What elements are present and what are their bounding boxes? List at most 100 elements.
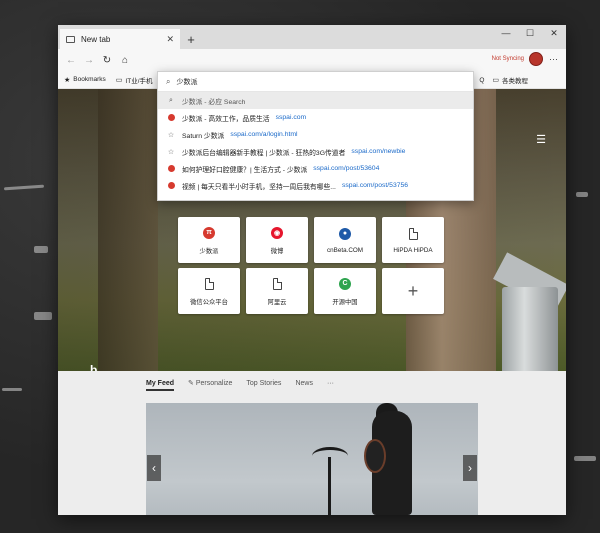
sync-label: Not Syncing bbox=[491, 56, 524, 62]
search-suggestion[interactable]: ⌕ 少数派 - 必应 Search bbox=[158, 92, 473, 109]
document-icon bbox=[272, 277, 282, 290]
chalk-mark bbox=[34, 312, 52, 320]
quick-link-label: 微信公众平台 bbox=[190, 298, 228, 306]
suggestion-item[interactable]: 少数派 - 高效工作，品质生活 sspai.com bbox=[158, 109, 473, 126]
maximize-button[interactable]: ☐ bbox=[518, 25, 542, 41]
star-icon: ☆ bbox=[167, 131, 175, 139]
more-menu-icon[interactable]: ··· bbox=[549, 54, 558, 64]
browser-window: New tab ✕ + — ☐ ✕ ← → ↻ ⌂ Not Syncing ··… bbox=[58, 25, 566, 515]
star-icon: ★ bbox=[64, 76, 71, 84]
bookmark-label: Bookmarks bbox=[73, 76, 106, 83]
suggestion-title: 视频 | 每天只看半小时手机，坚持一周后我有哪些... bbox=[182, 183, 336, 191]
palm-fronds bbox=[312, 447, 348, 465]
site-icon bbox=[167, 182, 175, 189]
quick-link-label: 阿里云 bbox=[267, 298, 287, 306]
tab-top-stories[interactable]: Top Stories bbox=[246, 380, 281, 387]
chalk-mark bbox=[34, 246, 48, 253]
tab-close-icon[interactable]: ✕ bbox=[166, 34, 174, 45]
tab-new-tab[interactable]: New tab ✕ bbox=[60, 29, 180, 49]
cnbeta-icon: ● bbox=[339, 227, 351, 240]
suggestion-url: sspai.com/post/53604 bbox=[313, 165, 380, 172]
bing-logo[interactable]: b bbox=[90, 363, 97, 371]
quick-link-label: cnBeta.COM bbox=[326, 246, 364, 254]
tab-bar: New tab ✕ + — ☐ ✕ bbox=[58, 25, 566, 49]
suggestion-item[interactable]: 视频 | 每天只看半小时手机，坚持一周后我有哪些... sspai.com/po… bbox=[158, 177, 473, 194]
address-value: 少数派 bbox=[176, 78, 198, 86]
weibo-icon: ◉ bbox=[271, 226, 283, 239]
carousel-prev-button[interactable]: ‹ bbox=[147, 455, 161, 481]
suggestion-title: 少数派 - 高效工作，品质生活 bbox=[182, 115, 270, 123]
carousel-next-button[interactable]: › bbox=[463, 455, 477, 481]
site-icon bbox=[167, 114, 175, 121]
feed-tabs: My Feed ✎ Personalize Top Stories News ·… bbox=[146, 379, 348, 391]
bookmark-label: 各类教程 bbox=[502, 78, 528, 85]
quick-link-oschina[interactable]: C 开源中国 bbox=[314, 268, 376, 314]
sync-status[interactable]: Not Syncing ··· bbox=[492, 52, 558, 66]
back-button[interactable]: ← bbox=[62, 51, 80, 69]
address-input[interactable]: ⌕ 少数派 bbox=[158, 72, 473, 92]
folder-icon: ▭ bbox=[492, 77, 499, 84]
bookmark-item[interactable]: ★ Bookmarks bbox=[64, 76, 106, 84]
quick-link-aliyun[interactable]: 阿里云 bbox=[246, 268, 308, 314]
quick-link-label: 开源中国 bbox=[332, 298, 358, 306]
feed-hero-image[interactable] bbox=[146, 403, 478, 515]
document-icon bbox=[408, 227, 418, 240]
bookmark-item[interactable]: ▭ 各类教程 bbox=[492, 75, 528, 85]
quick-link-label: 微博 bbox=[270, 247, 284, 255]
suggestion-url: sspai.com/a/login.html bbox=[230, 131, 298, 138]
quick-links-grid: π 少数派 ◉ 微博 ● cnBeta.COM HiPDA HiPDA 微信公众… bbox=[178, 217, 448, 314]
pencil-icon: ✎ bbox=[188, 380, 196, 387]
quick-link-label: HiPDA HiPDA bbox=[393, 246, 433, 254]
star-icon: ☆ bbox=[167, 148, 175, 156]
close-window-button[interactable]: ✕ bbox=[542, 25, 566, 41]
site-icon bbox=[167, 165, 175, 172]
feed-more-icon[interactable]: ··· bbox=[327, 380, 334, 387]
plus-icon: + bbox=[407, 280, 419, 301]
navigation-bar: ← → ↻ ⌂ Not Syncing ··· bbox=[58, 49, 566, 71]
quick-link-hipda[interactable]: HiPDA HiPDA bbox=[382, 217, 444, 263]
bookmark-item[interactable]: Q bbox=[479, 75, 484, 85]
search-icon: ⌕ bbox=[169, 96, 173, 104]
suggestion-item[interactable]: 如何护理好口腔健康？| 生活方式 - 少数派 sspai.com/post/53… bbox=[158, 160, 473, 177]
suggestion-title: 如何护理好口腔健康？| 生活方式 - 少数派 bbox=[182, 166, 308, 174]
quick-link-wechat-mp[interactable]: 微信公众平台 bbox=[178, 268, 240, 314]
quick-link-sspai[interactable]: π 少数派 bbox=[178, 217, 240, 263]
refresh-button[interactable]: ↻ bbox=[98, 51, 116, 69]
suggestion-url: sspai.com/post/53756 bbox=[341, 182, 409, 189]
favorites-bar-right: Q ▭ 各类教程 bbox=[479, 75, 536, 86]
bookmark-label: Q bbox=[479, 76, 485, 84]
tab-my-feed[interactable]: My Feed bbox=[146, 380, 175, 391]
minimize-button[interactable]: — bbox=[494, 25, 518, 41]
quick-link-label: 少数派 bbox=[199, 247, 219, 255]
quick-link-cnbeta[interactable]: ● cnBeta.COM bbox=[314, 217, 376, 263]
suggestion-item[interactable]: ☆ 少数派后台编辑器新手教程 | 少数派 - 狂热的3G传道者 sspai.co… bbox=[158, 143, 473, 160]
tab-personalize[interactable]: ✎ Personalize bbox=[188, 379, 232, 387]
search-icon: ⌕ bbox=[166, 76, 171, 86]
address-bar-dropdown: ⌕ 少数派 ⌕ 少数派 - 必应 Search 少数派 - 高效工作，品质生活 … bbox=[157, 71, 474, 201]
bookmark-item[interactable]: ▭ IT业/手机 bbox=[116, 75, 153, 85]
tree-trunk-left bbox=[98, 89, 158, 371]
suggestion-item[interactable]: ☆ Saturn 少数派 sspai.com/a/login.html bbox=[158, 126, 473, 143]
chalk-mark bbox=[2, 388, 22, 391]
chalk-mark bbox=[3, 184, 45, 191]
palm-tree bbox=[328, 457, 331, 515]
quick-link-weibo[interactable]: ◉ 微博 bbox=[246, 217, 308, 263]
sspai-icon: π bbox=[203, 226, 215, 239]
home-button[interactable]: ⌂ bbox=[116, 51, 134, 69]
chalk-mark bbox=[574, 456, 596, 461]
tab-title: New tab bbox=[81, 34, 111, 44]
page-settings-icon[interactable]: ☰ bbox=[536, 133, 546, 146]
tab-page-icon bbox=[66, 35, 75, 43]
tab-news[interactable]: News bbox=[295, 380, 313, 387]
new-tab-button[interactable]: + bbox=[182, 29, 200, 49]
folder-icon: ▭ bbox=[115, 76, 123, 84]
profile-avatar[interactable] bbox=[529, 52, 543, 66]
bookmark-label: IT业/手机 bbox=[125, 77, 153, 85]
oschina-icon: C bbox=[339, 277, 351, 290]
window-controls: — ☐ ✕ bbox=[494, 25, 566, 41]
document-icon bbox=[204, 277, 214, 290]
forward-button[interactable]: → bbox=[80, 51, 98, 69]
statue-shield bbox=[364, 439, 386, 473]
suggestion-url: sspai.com bbox=[275, 114, 307, 121]
add-quick-link-button[interactable]: + bbox=[382, 268, 444, 314]
